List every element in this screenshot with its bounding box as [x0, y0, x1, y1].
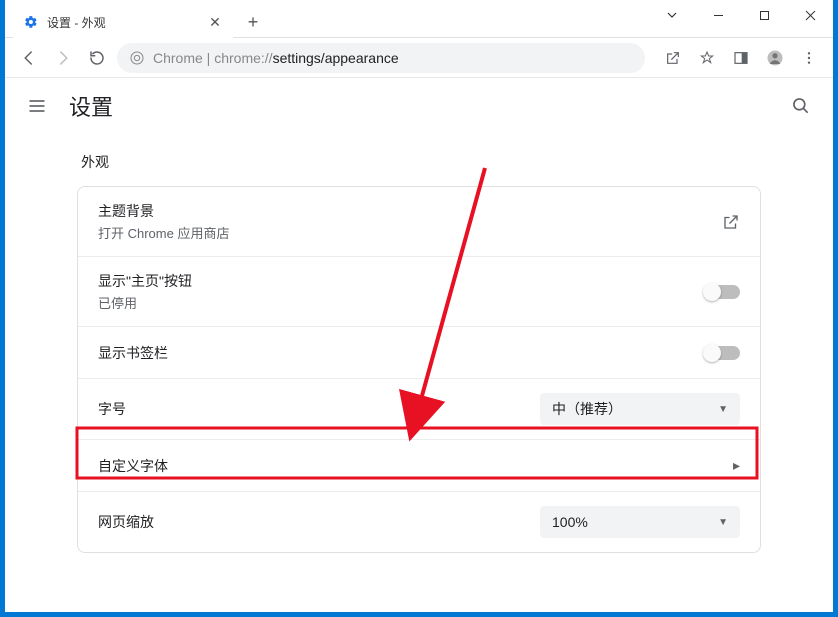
row-bookmarks-label: 显示书签栏: [98, 343, 168, 363]
caret-down-icon: ▼: [718, 404, 728, 415]
gear-icon: [23, 14, 39, 30]
page-header: 设置: [5, 78, 833, 134]
titlebar: 设置 - 外观 ✕ +: [5, 0, 833, 38]
row-custom-fonts[interactable]: 自定义字体 ▸: [78, 440, 760, 492]
side-panel-icon[interactable]: [727, 44, 755, 72]
settings-content: 外观 主题背景 打开 Chrome 应用商店 显示"主页"按钮 已停用: [5, 152, 833, 553]
minimize-button[interactable]: [695, 0, 741, 30]
bookmarks-toggle[interactable]: [704, 346, 740, 360]
maximize-button[interactable]: [741, 0, 787, 30]
search-icon[interactable]: [789, 94, 813, 118]
font-size-value: 中（推荐）: [552, 399, 622, 419]
tab-title: 设置 - 外观: [47, 14, 106, 31]
row-home-sub: 已停用: [98, 293, 192, 312]
row-font-size-label: 字号: [98, 399, 126, 419]
forward-button[interactable]: [49, 44, 77, 72]
row-custom-fonts-label: 自定义字体: [98, 456, 168, 476]
chevron-right-icon: ▸: [733, 457, 740, 474]
toolbar: Chrome | chrome://settings/appearance: [5, 38, 833, 78]
row-page-zoom: 网页缩放 100% ▼: [78, 492, 760, 552]
row-bookmarks-bar: 显示书签栏: [78, 327, 760, 379]
address-bar[interactable]: Chrome | chrome://settings/appearance: [117, 43, 645, 73]
share-icon[interactable]: [659, 44, 687, 72]
reload-button[interactable]: [83, 44, 111, 72]
row-home-button: 显示"主页"按钮 已停用: [78, 257, 760, 327]
new-tab-button[interactable]: +: [239, 8, 267, 36]
page-title: 设置: [69, 90, 113, 122]
settings-card: 主题背景 打开 Chrome 应用商店 显示"主页"按钮 已停用 显示书签栏: [77, 186, 761, 553]
close-window-button[interactable]: [787, 0, 833, 30]
external-link-icon[interactable]: [722, 213, 740, 231]
font-size-select[interactable]: 中（推荐） ▼: [540, 393, 740, 425]
row-font-size: 字号 中（推荐） ▼: [78, 379, 760, 440]
zoom-select[interactable]: 100% ▼: [540, 506, 740, 538]
window-controls: [649, 0, 833, 30]
row-home-label: 显示"主页"按钮: [98, 271, 192, 291]
back-button[interactable]: [15, 44, 43, 72]
row-zoom-label: 网页缩放: [98, 512, 154, 532]
profile-icon[interactable]: [761, 44, 789, 72]
section-title: 外观: [81, 152, 761, 172]
row-theme-sub: 打开 Chrome 应用商店: [98, 223, 229, 242]
row-theme-label: 主题背景: [98, 201, 229, 221]
page-content: 设置 外观 主题背景 打开 Chrome 应用商店 显示"主页"按钮 已停用: [5, 78, 833, 612]
hamburger-menu-icon[interactable]: [25, 94, 49, 118]
zoom-value: 100%: [552, 514, 588, 530]
url-text: Chrome | chrome://settings/appearance: [153, 50, 399, 66]
chrome-icon: [129, 50, 145, 66]
window-frame: 设置 - 外观 ✕ + Chrome | chrome://settings/a…: [5, 0, 833, 612]
home-toggle[interactable]: [704, 285, 740, 299]
tab-strip: 设置 - 外观 ✕: [5, 0, 233, 38]
row-theme[interactable]: 主题背景 打开 Chrome 应用商店: [78, 187, 760, 257]
chevron-down-icon[interactable]: [649, 0, 695, 30]
caret-down-icon: ▼: [718, 517, 728, 528]
kebab-menu-icon[interactable]: [795, 44, 823, 72]
star-icon[interactable]: [693, 44, 721, 72]
browser-tab[interactable]: 设置 - 外观 ✕: [13, 6, 233, 38]
close-icon[interactable]: ✕: [207, 14, 223, 30]
toolbar-actions: [659, 44, 823, 72]
